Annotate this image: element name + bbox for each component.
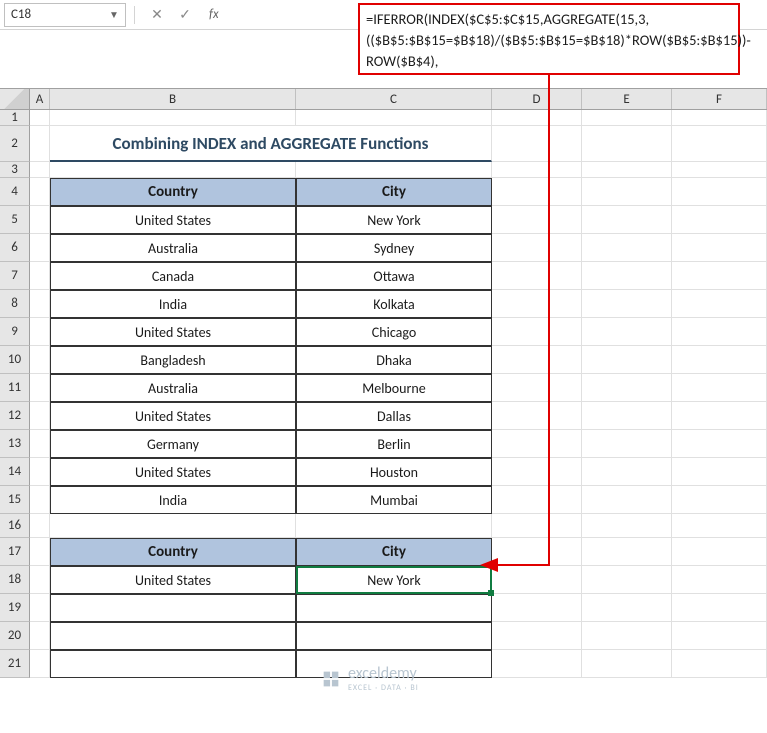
grid-body: 1 2 3 4 5 6 7 8 9 10 11 12 13 14 15 16 1… (0, 110, 767, 678)
t1-hdr-city[interactable]: City (296, 178, 492, 206)
watermark-main: exceldemy (348, 664, 417, 683)
row-header-2[interactable]: 2 (0, 126, 30, 162)
row-header-19[interactable]: 19 (0, 594, 30, 622)
t1-r2-city[interactable]: Ottawa (296, 262, 492, 290)
row-header-8[interactable]: 8 (0, 290, 30, 318)
row-header-11[interactable]: 11 (0, 374, 30, 402)
t1-r0-city[interactable]: New York (296, 206, 492, 234)
row-header-14[interactable]: 14 (0, 458, 30, 486)
t1-r3-city[interactable]: Kolkata (296, 290, 492, 318)
col-header-E[interactable]: E (582, 89, 672, 109)
fx-icon[interactable]: fx (209, 7, 219, 22)
t1-r6-city[interactable]: Melbourne (296, 374, 492, 402)
t1-r1-city[interactable]: Sydney (296, 234, 492, 262)
formula-bar-input[interactable]: =IFERROR(INDEX($C$5:$C$15,AGGREGATE(15,3… (358, 3, 740, 75)
col-header-D[interactable]: D (492, 89, 582, 109)
row-header-6[interactable]: 6 (0, 234, 30, 262)
t2-r1-city[interactable] (296, 594, 492, 622)
column-headers: A B C D E F (0, 88, 767, 110)
t2-r1-country[interactable] (50, 594, 296, 622)
row-header-4[interactable]: 4 (0, 178, 30, 206)
t2-hdr-city[interactable]: City (296, 538, 492, 566)
row-header-13[interactable]: 13 (0, 430, 30, 458)
row-header-5[interactable]: 5 (0, 206, 30, 234)
t1-r1-country[interactable]: Australia (50, 234, 296, 262)
enter-formula-icon[interactable]: ✓ (175, 5, 195, 25)
row-header-20[interactable]: 20 (0, 622, 30, 650)
t1-r5-city[interactable]: Dhaka (296, 346, 492, 374)
t1-r9-country[interactable]: United States (50, 458, 296, 486)
t1-r8-country[interactable]: Germany (50, 430, 296, 458)
spreadsheet: A B C D E F 1 2 3 4 5 6 7 8 9 10 11 12 1… (0, 88, 767, 733)
cancel-formula-icon[interactable]: ✕ (147, 5, 167, 25)
watermark-sub: EXCEL · DATA · BI (348, 683, 419, 693)
t2-hdr-country[interactable]: Country (50, 538, 296, 566)
t2-r3-country[interactable] (50, 650, 296, 678)
t1-r4-city[interactable]: Chicago (296, 318, 492, 346)
callout-line-vertical (548, 75, 550, 565)
name-box[interactable]: C18 ▼ (4, 3, 126, 27)
t2-r2-country[interactable] (50, 622, 296, 650)
row-header-18[interactable]: 18 (0, 566, 30, 594)
row-header-16[interactable]: 16 (0, 514, 30, 538)
row-header-10[interactable]: 10 (0, 346, 30, 374)
t1-r5-country[interactable]: Bangladesh (50, 346, 296, 374)
formula-text: =IFERROR(INDEX($C$5:$C$15,AGGREGATE(15,3… (366, 10, 751, 70)
cells-area[interactable]: Combining INDEX and AGGREGATE Functions … (30, 110, 767, 678)
t1-r3-country[interactable]: India (50, 290, 296, 318)
row-header-21[interactable]: 21 (0, 650, 30, 678)
callout-line-horizontal (498, 564, 550, 566)
col-header-F[interactable]: F (672, 89, 767, 109)
name-box-value: C18 (11, 7, 109, 22)
row-header-9[interactable]: 9 (0, 318, 30, 346)
row-header-15[interactable]: 15 (0, 486, 30, 514)
watermark-icon (320, 668, 342, 690)
row-headers: 1 2 3 4 5 6 7 8 9 10 11 12 13 14 15 16 1… (0, 110, 30, 678)
divider (134, 6, 135, 24)
t2-r2-city[interactable] (296, 622, 492, 650)
t1-r10-city[interactable]: Mumbai (296, 486, 492, 514)
t1-r9-city[interactable]: Houston (296, 458, 492, 486)
page-title: Combining INDEX and AGGREGATE Functions (50, 126, 492, 162)
t1-r0-country[interactable]: United States (50, 206, 296, 234)
row-header-3[interactable]: 3 (0, 162, 30, 178)
t1-r6-country[interactable]: Australia (50, 374, 296, 402)
t1-r7-country[interactable]: United States (50, 402, 296, 430)
t1-hdr-country[interactable]: Country (50, 178, 296, 206)
t1-r7-city[interactable]: Dallas (296, 402, 492, 430)
row-header-1[interactable]: 1 (0, 110, 30, 126)
row-header-12[interactable]: 12 (0, 402, 30, 430)
t1-r4-country[interactable]: United States (50, 318, 296, 346)
col-header-C[interactable]: C (296, 89, 492, 109)
row-header-7[interactable]: 7 (0, 262, 30, 290)
selected-cell-C18[interactable]: New York (296, 566, 492, 594)
name-box-dropdown-icon[interactable]: ▼ (109, 8, 119, 21)
select-all-corner[interactable] (0, 89, 30, 109)
t1-r8-city[interactable]: Berlin (296, 430, 492, 458)
watermark: exceldemy EXCEL · DATA · BI (320, 664, 419, 693)
t1-r10-country[interactable]: India (50, 486, 296, 514)
callout-arrow-icon (480, 558, 498, 572)
row-header-17[interactable]: 17 (0, 538, 30, 566)
t2-r0-country[interactable]: United States (50, 566, 296, 594)
col-header-A[interactable]: A (30, 89, 50, 109)
col-header-B[interactable]: B (50, 89, 296, 109)
t1-r2-country[interactable]: Canada (50, 262, 296, 290)
